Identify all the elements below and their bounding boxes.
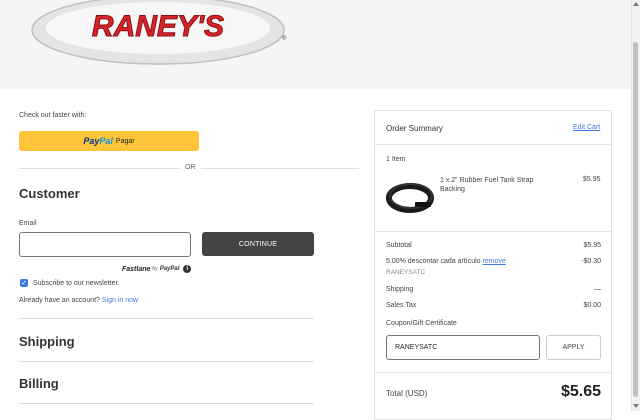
subtotal-value: $5.95 [583,242,601,249]
apply-coupon-button[interactable]: APPLY [546,335,601,360]
total-label: Total (USD) [386,389,428,398]
summary-divider [375,372,611,373]
billing-heading: Billing [19,376,59,391]
shipping-value: — [594,286,601,293]
item-name: 1 x 2" Rubber Fuel Tank Strap Backing [440,177,534,193]
scroll-up-arrow-icon[interactable] [633,2,639,6]
sales-tax-value: $0.00 [583,302,601,309]
edit-cart-link[interactable]: Edit Cart [573,124,600,131]
site-header: RANEY'S ® [0,0,631,89]
section-divider [19,361,314,362]
checkout-faster-label: Check out faster with: [19,112,87,119]
info-icon[interactable]: i [183,265,192,273]
email-input[interactable] [19,232,191,257]
discount-value: -$0.30 [581,258,601,265]
scroll-down-arrow-icon[interactable] [633,404,639,408]
item-price: $5.95 [583,176,601,183]
shipping-label: Shipping [386,286,414,293]
paypal-button[interactable]: PayPal Pagar [19,131,199,151]
remove-discount-link[interactable]: remove [483,258,506,265]
paypal-logo-icon: PayPal [83,136,113,146]
order-summary-panel [374,110,612,420]
item-count: 1 Item [386,156,406,163]
summary-divider [375,231,611,232]
continue-button[interactable]: CONTINUE [202,232,314,256]
fastlane-badge: Fastlane by PayPal i [122,265,192,273]
product-thumbnail [386,183,434,213]
customer-heading: Customer [19,186,80,201]
section-divider [19,318,314,319]
raneys-logo[interactable]: RANEY'S ® [30,0,290,68]
registered-mark: ® [282,35,287,42]
paypal-button-label: Pagar [115,137,135,145]
discount-row: 5.00% descontar cada artículo remove [386,258,506,265]
scrollbar-thumb[interactable] [633,42,638,397]
section-divider [19,403,314,404]
sales-tax-label: Sales Tax [386,302,417,309]
email-label: Email [19,220,37,227]
total-value: $5.65 [560,383,601,400]
or-label: OR [180,164,201,171]
shipping-heading: Shipping [19,334,75,349]
logo-wordmark: RANEY'S [92,10,224,43]
subtotal-label: Subtotal [386,242,412,249]
sign-in-link[interactable]: Sign in now [102,297,138,304]
coupon-label: Coupon/Gift Certificate [386,320,457,327]
order-summary-title: Order Summary [386,124,443,133]
newsletter-checkbox[interactable]: ✓ [20,279,28,287]
account-prompt: Already have an account? Sign in now [19,297,139,304]
newsletter-label: Subscribe to our newsletter. [33,280,120,287]
summary-divider [375,144,611,145]
discount-code: RANEYSATC [386,269,426,276]
coupon-input[interactable]: RANEYSATC [386,335,540,360]
